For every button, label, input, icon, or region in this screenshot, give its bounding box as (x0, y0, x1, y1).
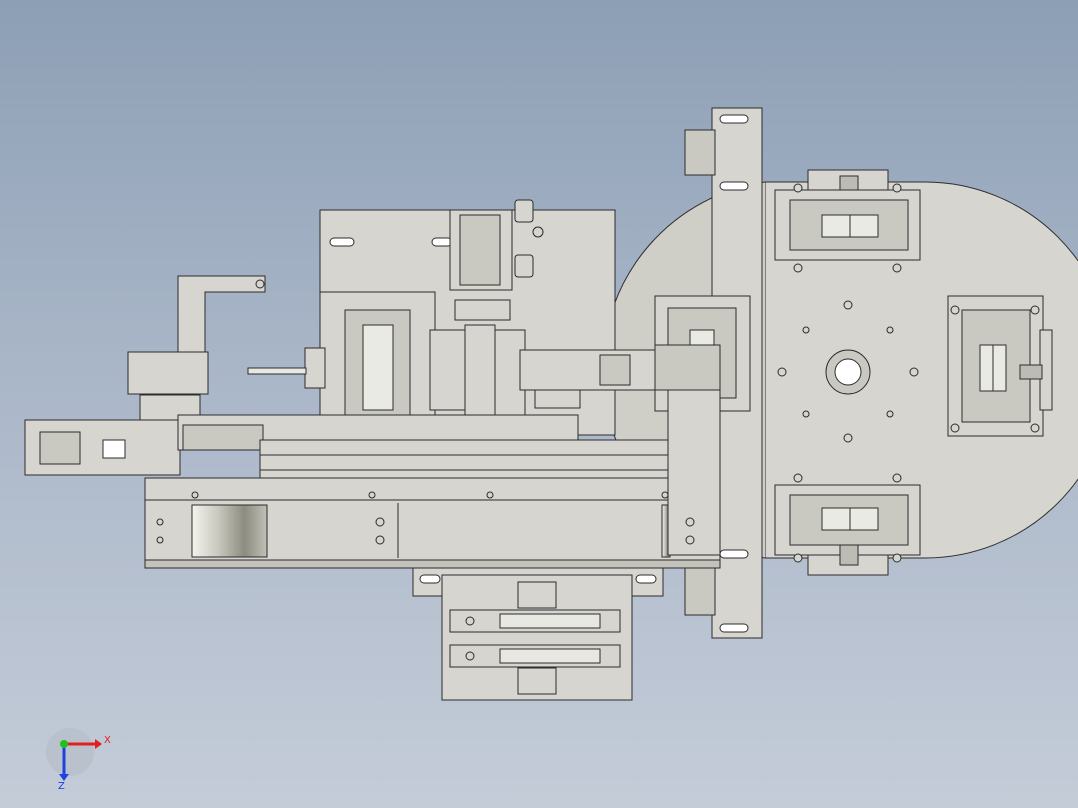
motor-bracket[interactable] (127, 275, 266, 421)
bottom-plate[interactable] (412, 567, 664, 701)
x-axis-label: X (104, 735, 111, 746)
y-axis-dot (60, 740, 68, 748)
fixture-right[interactable] (947, 295, 1053, 437)
slide-cylinder-lower[interactable] (449, 644, 621, 668)
axis-triad (46, 728, 102, 781)
fixture-bottom[interactable] (774, 473, 921, 576)
x-axis-arrowhead (95, 739, 102, 749)
fixture-top[interactable] (774, 169, 921, 273)
slide-cylinder-upper[interactable] (449, 609, 621, 633)
cad-viewport[interactable]: X Z (0, 0, 1078, 808)
assembly-model[interactable] (0, 0, 1078, 808)
servo-motor[interactable] (24, 419, 181, 476)
z-axis-arrowhead (59, 774, 69, 781)
z-axis-label: Z (58, 781, 65, 792)
